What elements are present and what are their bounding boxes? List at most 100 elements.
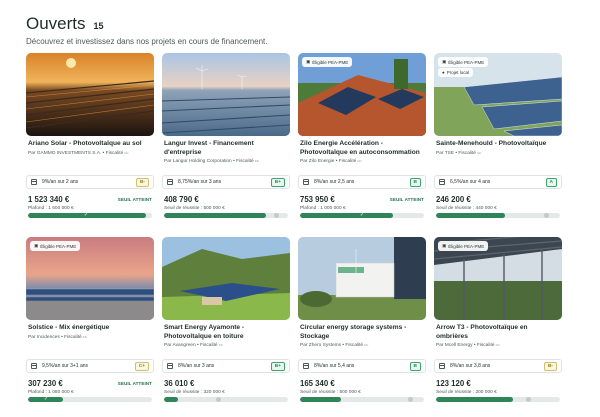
collected-amount: 246 200 € <box>436 195 471 204</box>
tag-label: Éligible PEA-PME <box>40 243 77 249</box>
project-grid: Ariano Solar - Photovoltaïque au sol Par… <box>26 53 564 411</box>
project-image <box>26 53 154 136</box>
project-name[interactable]: Zilo Energie Accélération - Photovoltaïq… <box>300 140 424 157</box>
pea-pme-tag: ▣ Éligible PEA-PME <box>302 57 353 67</box>
pea-pme-tag: ▣ Éligible PEA-PME <box>438 57 489 67</box>
project-name[interactable]: Smart Energy Ayamonte - Photovoltaïque e… <box>164 324 288 341</box>
funding-goal: Seuil de réussite : 320 000 € <box>164 390 225 395</box>
interest-rate: 9,5%/an sur 3+1 ans <box>42 363 89 369</box>
project-card[interactable]: Smart Energy Ayamonte - Photovoltaïque e… <box>162 237 290 411</box>
project-card[interactable]: ▣ Éligible PEA-PME Arrow T3 - Photovoltaï… <box>434 237 562 411</box>
project-owner: Par Langur Holding Corporation • Fiscali… <box>164 158 288 164</box>
project-terms: 8%/an sur 5,4 ans B <box>298 359 426 373</box>
project-terms: 8%/an sur 3 ans B+ <box>162 359 290 373</box>
funding-goal: Seuil de réussite : 440 000 € <box>436 206 497 211</box>
threshold-reached-label: SEUIL ATTEINT <box>117 197 152 202</box>
funding-goal: Seuil de réussite : 200 000 € <box>436 390 497 395</box>
progress-fill <box>164 397 178 402</box>
tax-info-icon[interactable]: ▹▹ <box>125 150 129 155</box>
project-owner: Par GAMMO INVESTMENTS S.A. • Fiscalité ▹… <box>28 150 152 156</box>
project-name[interactable]: Ariano Solar - Photovoltaïque au sol <box>28 140 152 149</box>
threshold-check-icon: ✓ <box>44 397 49 402</box>
collected-amount: 753 950 € <box>300 195 335 204</box>
calendar-icon <box>167 363 173 369</box>
project-name[interactable]: Sainte-Menehould - Photovoltaïque <box>436 140 560 149</box>
tax-info-icon[interactable]: ▹▹ <box>219 342 223 347</box>
briefcase-icon: ▣ <box>442 59 447 64</box>
project-name[interactable]: Solstice - Mix énergétique <box>28 324 152 333</box>
project-image: ▣ Éligible PEA-PME <box>434 237 562 320</box>
briefcase-icon: ▣ <box>306 59 311 64</box>
project-owner: Par Incidences • Fiscalité ▹▹ <box>28 334 152 340</box>
interest-rate: 9%/an sur 2 ans <box>42 179 79 185</box>
funding-goal: Seuil de réussite : 500 000 € <box>300 390 361 395</box>
threshold-check-icon: ✓ <box>84 213 89 218</box>
pea-pme-tag: ▣ Éligible PEA-PME <box>438 241 489 251</box>
owner-text: Par Mcell Energy • Fiscalité <box>436 343 495 348</box>
collected-amount: 36 010 € <box>164 379 195 388</box>
project-name[interactable]: Langur Invest - Financement d'entreprise <box>164 140 288 157</box>
calendar-icon <box>303 363 309 369</box>
project-image: ▣ Éligible PEA-PME <box>298 53 426 136</box>
project-card[interactable]: Circular energy storage systems - Stocka… <box>298 237 426 411</box>
project-terms: 8%/an sur 2,5 ans B <box>298 175 426 189</box>
project-card[interactable]: ▣ Éligible PEA-PME Zilo Energie Accélérat… <box>298 53 426 227</box>
progress-fill <box>300 213 393 218</box>
project-image: ▣ Éligible PEA-PME <box>26 237 154 320</box>
tag-label: Éligible PEA-PME <box>448 243 485 249</box>
progress-bar: ✓ <box>28 397 152 402</box>
pin-icon: ● <box>442 70 445 75</box>
project-terms: 9,5%/an sur 3+1 ans C+ <box>26 359 154 373</box>
project-count-badge: 15 <box>93 21 104 31</box>
calendar-icon <box>439 363 445 369</box>
project-image: ▣ Éligible PEA-PME ● Projet local <box>434 53 562 136</box>
threshold-reached-label: SEUIL ATTEINT <box>389 197 424 202</box>
tag-label: Éligible PEA-PME <box>448 59 485 65</box>
progress-fill <box>436 397 513 402</box>
funding-goal: Plafond : 1 600 000 € <box>28 206 74 211</box>
funding-goal: Plafond : 1 000 000 € <box>300 206 346 211</box>
progress-fill <box>300 397 341 402</box>
interest-rate: 8%/an sur 5,4 ans <box>314 363 355 369</box>
progress-bar <box>300 397 424 402</box>
project-name[interactable]: Arrow T3 - Photovoltaïque en ombrières <box>436 324 560 341</box>
project-owner: Par Zhero Systems • Fiscalité ▹▹ <box>300 342 424 348</box>
tax-info-icon[interactable]: ▹▹ <box>496 342 500 347</box>
tax-info-icon[interactable]: ▹▹ <box>364 342 368 347</box>
risk-grade-badge: C+ <box>134 361 149 371</box>
owner-text: Par Langur Holding Corporation • Fiscali… <box>164 159 254 164</box>
threshold-marker <box>274 213 279 218</box>
tax-info-icon[interactable]: ▹▹ <box>83 334 87 339</box>
interest-rate: 8%/an sur 2,5 ans <box>314 179 355 185</box>
funding-goal: Seuil de réussite : 500 000 € <box>164 206 225 211</box>
project-image <box>162 53 290 136</box>
risk-grade-badge: B <box>409 177 421 187</box>
risk-grade-badge: B- <box>543 361 557 371</box>
briefcase-icon: ▣ <box>34 243 39 248</box>
project-image <box>298 237 426 320</box>
progress-bar <box>164 397 288 402</box>
collected-amount: 307 230 € <box>28 379 63 388</box>
page-title: Ouverts <box>26 14 86 33</box>
progress-bar <box>436 397 560 402</box>
threshold-reached-label: SEUIL ATTEINT <box>117 381 152 386</box>
project-card[interactable]: ▣ Éligible PEA-PME Solstice - Mix énergét… <box>26 237 154 411</box>
calendar-icon <box>167 179 173 185</box>
owner-text: Par Incidences • Fiscalité <box>28 335 82 340</box>
tag-label: Projet local <box>446 70 469 75</box>
project-name[interactable]: Circular energy storage systems - Stocka… <box>300 324 424 341</box>
owner-text: Par TSE • Fiscalité <box>436 151 476 156</box>
project-terms: 6,5%/an sur 4 ans A <box>434 175 562 189</box>
project-owner: Par Avangreen • Fiscalité ▹▹ <box>164 342 288 348</box>
collected-amount: 165 340 € <box>300 379 335 388</box>
tax-info-icon[interactable]: ▹▹ <box>477 150 481 155</box>
owner-text: Par Zhero Systems • Fiscalité <box>300 343 363 348</box>
collected-amount: 408 790 € <box>164 195 199 204</box>
tax-info-icon[interactable]: ▹▹ <box>358 158 362 163</box>
project-card[interactable]: Ariano Solar - Photovoltaïque au sol Par… <box>26 53 154 227</box>
project-card[interactable]: Langur Invest - Financement d'entreprise… <box>162 53 290 227</box>
project-card[interactable]: ▣ Éligible PEA-PME ● Projet local Sainte-M… <box>434 53 562 227</box>
tax-info-icon[interactable]: ▹▹ <box>255 158 259 163</box>
project-owner: Par Mcell Energy • Fiscalité ▹▹ <box>436 342 560 348</box>
calendar-icon <box>303 179 309 185</box>
